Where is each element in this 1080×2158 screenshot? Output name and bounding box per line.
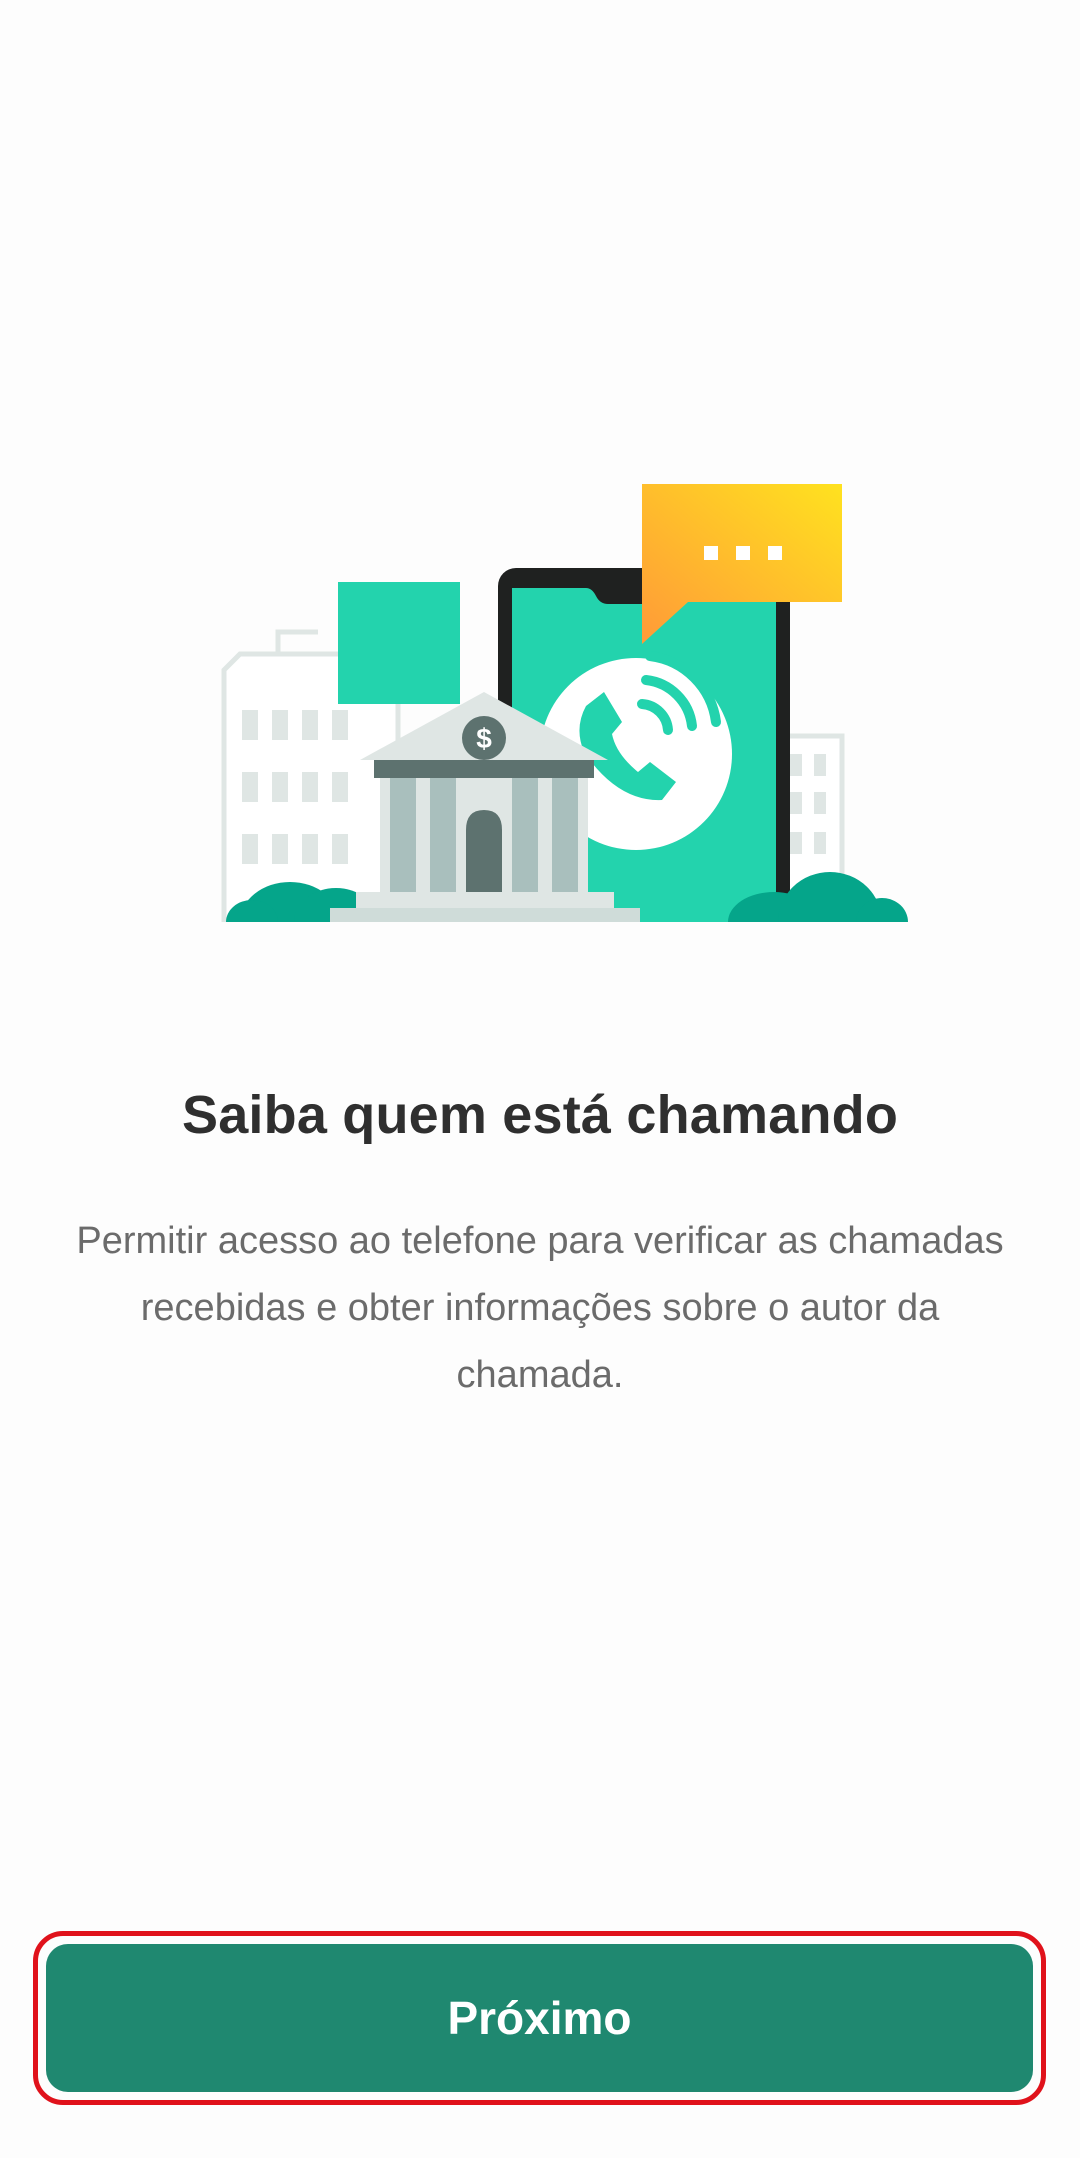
page-title: Saiba quem está chamando — [181, 1085, 899, 1145]
next-button[interactable]: Próximo — [46, 1944, 1033, 2092]
dollar-icon: $ — [462, 716, 506, 760]
svg-text:$: $ — [476, 723, 492, 754]
description-text: Permitir acesso ao telefone para verific… — [76, 1220, 1004, 1396]
call-id-illustration: $ — [218, 482, 908, 922]
